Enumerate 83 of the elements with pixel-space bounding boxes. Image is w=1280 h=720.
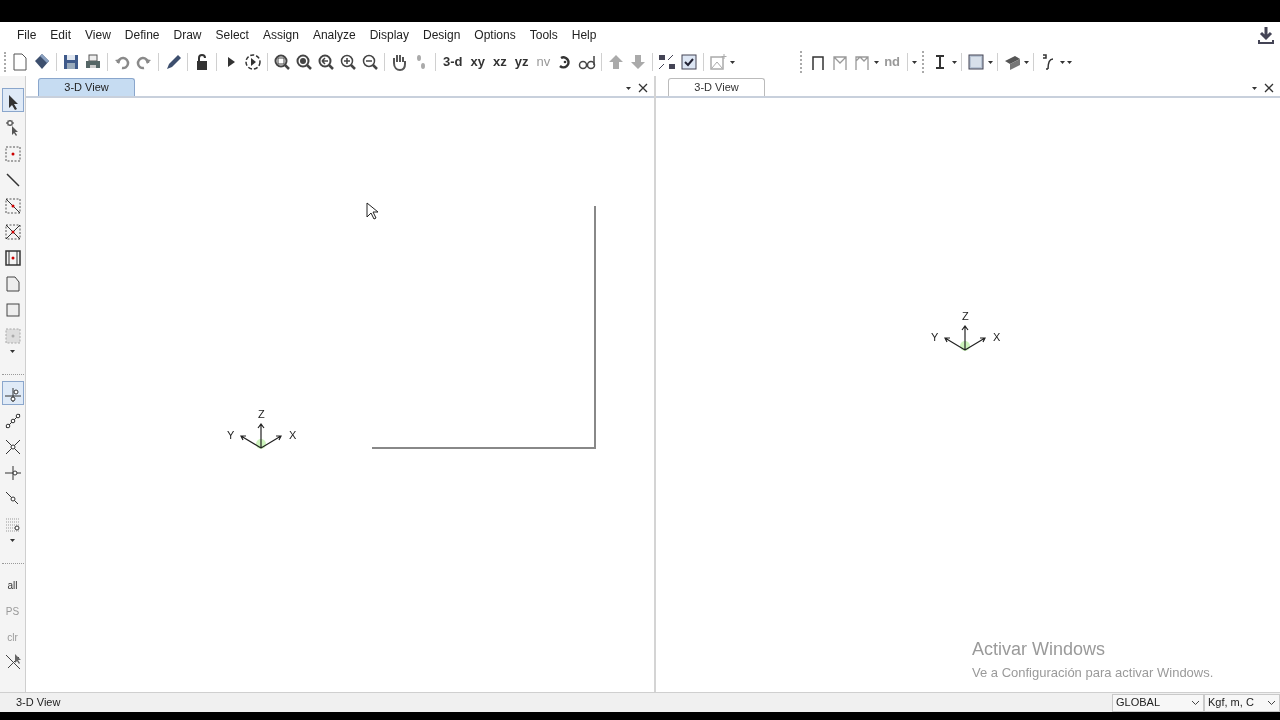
menu-item[interactable]: Design — [416, 26, 468, 44]
activation-notice-title: Activar Windows — [972, 638, 1107, 661]
run-icon[interactable] — [244, 53, 262, 71]
mouse-cursor-icon — [366, 202, 380, 220]
view-tab[interactable]: 3-D View — [668, 78, 765, 96]
zoom-icon[interactable] — [295, 53, 313, 71]
caret-icon[interactable] — [729, 58, 737, 66]
snap-perpendicular-icon — [3, 464, 22, 482]
rectangle-area-icon — [3, 301, 22, 319]
axis-label: X — [289, 428, 297, 443]
menu-item[interactable]: Define — [117, 26, 167, 44]
snap-point-icon — [3, 386, 22, 404]
caret-icon[interactable] — [625, 84, 632, 92]
caret-icon[interactable] — [951, 58, 959, 66]
pencil-icon[interactable] — [164, 53, 182, 71]
panel-icon[interactable] — [967, 53, 986, 71]
caret-icon[interactable] — [9, 537, 16, 544]
caret-icon[interactable] — [911, 58, 919, 66]
dropdown[interactable]: Kgf, m, C — [1204, 693, 1280, 712]
download-icon[interactable] — [1257, 26, 1275, 44]
print-icon[interactable] — [84, 53, 102, 71]
zoom-out-icon[interactable] — [361, 53, 379, 71]
menu-item[interactable]: Edit — [43, 26, 79, 44]
cross-brace-icon — [3, 223, 22, 241]
snap-point-button[interactable] — [1, 381, 24, 405]
dropdown[interactable]: GLOBAL — [1112, 693, 1204, 712]
menu-item[interactable]: Help — [564, 26, 604, 44]
image-star-icon[interactable] — [709, 53, 728, 71]
view-button[interactable]: xz — [488, 52, 511, 72]
menu-item[interactable]: Draw — [166, 26, 209, 44]
zoom-window-icon[interactable] — [273, 53, 291, 71]
axis-label: Y — [227, 428, 235, 443]
line-icon — [3, 171, 22, 189]
caret-icon[interactable] — [9, 348, 16, 355]
dropdown-value: Kgf, m, C — [1208, 695, 1254, 711]
menu-item[interactable]: Analyze — [305, 26, 363, 44]
film-frame-icon — [3, 249, 22, 267]
chevron-down-icon[interactable] — [1191, 699, 1200, 706]
view-button[interactable]: yz — [510, 52, 533, 72]
select-tool-button[interactable]: all — [1, 570, 24, 594]
menu-item[interactable]: Assign — [255, 26, 306, 44]
save-icon[interactable] — [62, 53, 80, 71]
close-icon[interactable] — [1264, 83, 1274, 93]
menu-item[interactable]: Options — [467, 26, 523, 44]
menu-item[interactable]: Display — [362, 26, 416, 44]
menu-item[interactable]: View — [78, 26, 118, 44]
caret-icon[interactable] — [873, 58, 881, 66]
point-icon — [3, 145, 22, 163]
diagonal-line-icon — [3, 197, 22, 215]
menu-item[interactable]: File — [10, 26, 44, 44]
polygon-area-icon — [3, 275, 22, 293]
caret-icon[interactable] — [987, 58, 995, 66]
grid-snap-icon — [3, 516, 22, 534]
section-icon[interactable] — [1003, 53, 1022, 71]
activation-notice-text: Ve a Configuración para activar Windows. — [972, 664, 1214, 682]
zoom-in-icon[interactable] — [339, 53, 357, 71]
menu-item[interactable]: Tools — [522, 26, 565, 44]
area-icon — [3, 327, 22, 345]
view-tab[interactable]: 3-D View — [38, 78, 135, 96]
snap-line-icon — [3, 412, 22, 430]
pointer-button[interactable] — [1, 88, 24, 112]
chevron-down-icon[interactable] — [1267, 699, 1276, 706]
view-button[interactable]: xy — [466, 52, 489, 72]
dropdown-value: GLOBAL — [1116, 695, 1161, 711]
axis-label: X — [993, 330, 1001, 345]
checkbox-icon[interactable] — [680, 53, 699, 71]
frame-brace-icon[interactable] — [831, 53, 850, 71]
status-text: 3-D View — [15, 695, 61, 711]
menu-item[interactable]: Select — [208, 26, 256, 44]
caret-icon[interactable] — [1023, 58, 1031, 66]
book-icon[interactable] — [33, 53, 51, 71]
snap-intersection-icon — [3, 438, 22, 456]
close-icon[interactable] — [638, 83, 648, 93]
zoom-previous-icon[interactable] — [317, 53, 335, 71]
axis-label: Z — [258, 407, 265, 422]
select-cross-icon — [3, 653, 22, 671]
axis-label: Y — [931, 330, 939, 345]
view-button[interactable]: 3-d — [439, 52, 467, 72]
hand-icon[interactable] — [390, 53, 408, 71]
grid-layout-icon[interactable] — [658, 53, 677, 71]
glasses-icon[interactable] — [578, 53, 597, 71]
caret-icon[interactable] — [1251, 84, 1258, 92]
axis-label: Z — [962, 309, 969, 324]
